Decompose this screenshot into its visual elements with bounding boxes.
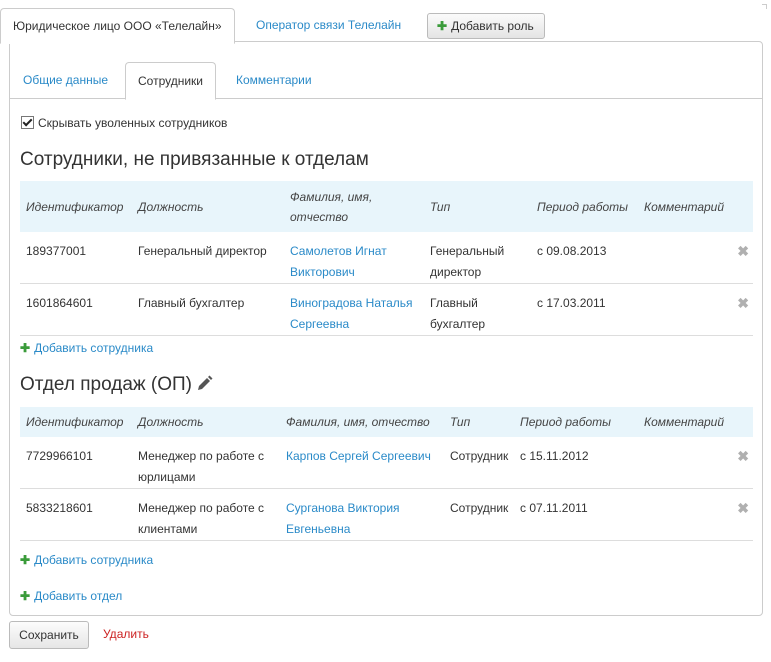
close-icon[interactable]: ✖ <box>737 243 749 259</box>
employee-comment <box>638 232 728 284</box>
column-header: Тип <box>444 407 514 437</box>
pencil-icon[interactable] <box>196 375 213 398</box>
employee-id: 189377001 <box>20 232 132 284</box>
section-department-title: Отдел продаж (ОП) <box>20 374 213 398</box>
add-department-link[interactable]: ✚ Добавить отдел <box>20 589 122 603</box>
column-header-empty <box>728 407 753 437</box>
table-row: 7729966101 Менеджер по работе с юрлицами… <box>20 437 753 489</box>
sub-tabs: Общие данные Сотрудники Комментарии <box>10 62 762 100</box>
section-unassigned-title: Сотрудники, не привязанные к отделам <box>20 149 369 170</box>
column-header: Тип <box>424 181 531 232</box>
employee-period: с 15.11.2012 <box>514 437 638 489</box>
column-header: Комментарий <box>638 181 728 232</box>
employee-name-link[interactable]: Виноградова Наталья Сергеевна <box>290 296 413 331</box>
close-icon[interactable]: ✖ <box>737 295 749 311</box>
employee-id: 5833218601 <box>20 488 132 541</box>
save-button[interactable]: Сохранить <box>9 621 89 649</box>
column-header: Период работы <box>531 181 638 232</box>
role-tabs: Юридическое лицо ООО «Телелайн» Оператор… <box>0 0 771 44</box>
delete-link[interactable]: Удалить <box>103 627 149 641</box>
employee-id: 7729966101 <box>20 437 132 489</box>
employee-type: Главный бухгалтер <box>424 283 531 336</box>
employee-name-link[interactable]: Самолетов Игнат Викторович <box>290 244 387 279</box>
column-header-empty <box>728 181 753 232</box>
employee-position: Менеджер по работе с клиентами <box>132 488 280 541</box>
column-header: Идентификатор <box>20 181 132 232</box>
employee-comment <box>638 283 728 336</box>
tab-employees[interactable]: Сотрудники <box>125 62 216 100</box>
employee-comment <box>638 437 728 489</box>
column-header: Комментарий <box>638 407 728 437</box>
employee-type: Генеральный директор <box>424 232 531 284</box>
plus-icon: ✚ <box>437 19 448 33</box>
department-employees-table: Идентификатор Должность Фамилия, имя, от… <box>20 407 753 541</box>
add-role-label: Добавить роль <box>451 19 534 33</box>
plus-icon: ✚ <box>20 341 31 355</box>
employee-period: с 17.03.2011 <box>531 283 638 336</box>
unassigned-employees-table: Идентификатор Должность Фамилия, имя, от… <box>20 181 753 336</box>
plus-icon: ✚ <box>20 553 31 567</box>
table-row: 1601864601 Главный бухгалтер Виноградова… <box>20 283 753 336</box>
column-header: Фамилия, имя, отчество <box>284 181 424 232</box>
employee-period: с 07.11.2011 <box>514 488 638 541</box>
tab-comments[interactable]: Комментарии <box>224 62 324 98</box>
department-name: Отдел продаж (ОП) <box>20 374 192 395</box>
employee-name-link[interactable]: Сурганова Виктория Евгеньевна <box>286 501 400 536</box>
table-row: 5833218601 Менеджер по работе с клиентам… <box>20 488 753 541</box>
role-panel: Общие данные Сотрудники Комментарии Скры… <box>9 41 763 616</box>
plus-icon: ✚ <box>20 589 31 603</box>
column-header: Фамилия, имя, отчество <box>280 407 444 437</box>
add-role-button[interactable]: ✚ Добавить роль <box>427 13 545 39</box>
employee-position: Генеральный директор <box>132 232 284 284</box>
table-header-row: Идентификатор Должность Фамилия, имя, от… <box>20 407 753 437</box>
employee-type: Сотрудник <box>444 437 514 489</box>
column-header: Идентификатор <box>20 407 132 437</box>
employee-name-link[interactable]: Карпов Сергей Сергеевич <box>286 449 431 463</box>
close-icon[interactable]: ✖ <box>737 500 749 516</box>
employee-comment <box>638 488 728 541</box>
close-icon[interactable]: ✖ <box>737 448 749 464</box>
employee-position: Менеджер по работе с юрлицами <box>132 437 280 489</box>
employee-period: с 09.08.2013 <box>531 232 638 284</box>
checkbox-checked-icon[interactable] <box>21 116 34 129</box>
hide-fired-checkbox[interactable]: Скрывать уволенных сотрудников <box>21 116 227 130</box>
add-employee-label: Добавить сотрудника <box>34 553 154 567</box>
tab-general-data[interactable]: Общие данные <box>11 62 120 98</box>
column-header: Период работы <box>514 407 638 437</box>
column-header: Должность <box>132 407 280 437</box>
employee-position: Главный бухгалтер <box>132 283 284 336</box>
hide-fired-label: Скрывать уволенных сотрудников <box>38 116 228 130</box>
corner-icon <box>762 4 767 9</box>
employee-type: Сотрудник <box>444 488 514 541</box>
employee-id: 1601864601 <box>20 283 132 336</box>
column-header: Должность <box>132 181 284 232</box>
add-department-employee-link[interactable]: ✚ Добавить сотрудника <box>20 553 153 567</box>
table-header-row: Идентификатор Должность Фамилия, имя, от… <box>20 181 753 232</box>
add-department-label: Добавить отдел <box>34 589 123 603</box>
tab-telecom-operator[interactable]: Оператор связи Телелайн <box>244 8 413 42</box>
add-employee-label: Добавить сотрудника <box>34 341 154 355</box>
tab-legal-entity[interactable]: Юридическое лицо ООО «Телелайн» <box>0 8 235 44</box>
table-row: 189377001 Генеральный директор Самолетов… <box>20 232 753 284</box>
add-employee-link[interactable]: ✚ Добавить сотрудника <box>20 341 153 355</box>
